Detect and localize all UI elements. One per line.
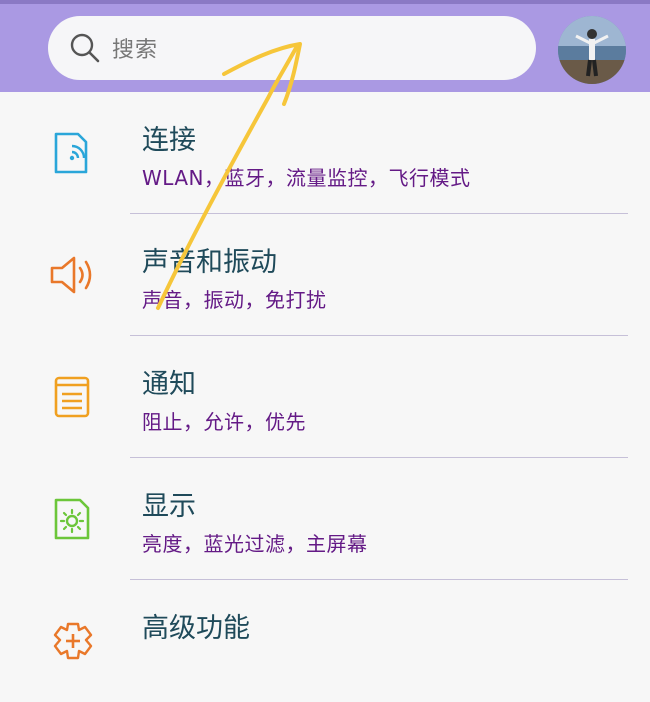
settings-item-connections[interactable]: 连接 WLAN，蓝牙，流量监控，飞行模式 [0,92,650,214]
search-icon [70,33,100,63]
settings-item-subtitle: 阻止，允许，优先 [142,410,306,434]
settings-item-notifications[interactable]: 通知 阻止，允许，优先 [0,336,650,458]
settings-item-title: 通知 [142,369,196,400]
settings-item-subtitle: 声音，振动，免打扰 [142,288,327,312]
search-placeholder: 搜索 [112,38,159,63]
settings-item-subtitle: 亮度，蓝光过滤，主屏幕 [142,532,368,556]
display-brightness-icon [54,498,90,540]
settings-item-title: 声音和振动 [142,247,277,278]
settings-item-title: 连接 [142,125,196,156]
settings-item-display[interactable]: 显示 亮度，蓝光过滤，主屏幕 [0,458,650,580]
notification-icon [54,376,90,418]
settings-item-title: 高级功能 [142,613,250,644]
avatar-image [558,16,626,84]
settings-item-advanced[interactable]: 高级功能 [0,580,650,702]
status-edge [0,0,650,4]
search-bar[interactable]: 搜索 [48,16,536,80]
avatar[interactable] [558,16,626,84]
header-bar: 搜索 [0,0,650,92]
speaker-icon [50,256,92,294]
settings-item-sound[interactable]: 声音和振动 声音，振动，免打扰 [0,214,650,336]
settings-item-subtitle: WLAN，蓝牙，流量监控，飞行模式 [142,166,471,190]
connection-icon [54,132,88,174]
settings-list: 连接 WLAN，蓝牙，流量监控，飞行模式 声音和振动 声音，振动，免打扰 通知 … [0,92,650,702]
settings-item-title: 显示 [142,491,196,522]
advanced-features-icon [53,622,93,660]
